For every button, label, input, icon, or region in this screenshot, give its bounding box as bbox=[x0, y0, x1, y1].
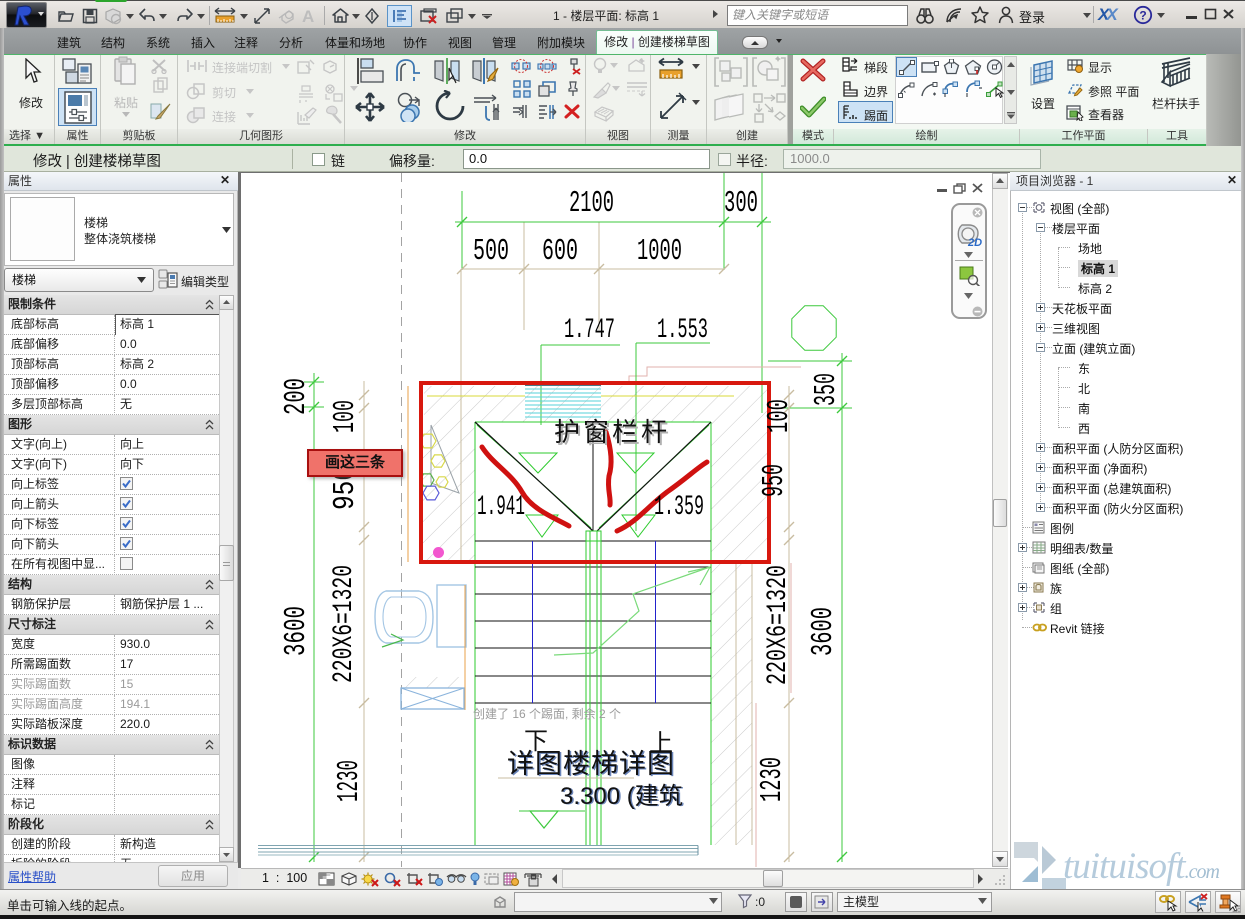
svg-text:详图楼梯详图: 详图楼梯详图 bbox=[507, 749, 675, 779]
svg-text:1.553: 1.553 bbox=[657, 315, 708, 346]
svg-text:1.941: 1.941 bbox=[477, 492, 525, 523]
svg-text:950: 950 bbox=[757, 464, 792, 497]
svg-text:护窗栏杆: 护窗栏杆 bbox=[554, 417, 670, 447]
svg-text:1.359: 1.359 bbox=[654, 492, 704, 523]
svg-text:100: 100 bbox=[328, 400, 363, 433]
svg-text:200: 200 bbox=[279, 378, 314, 415]
svg-text:创建了 16 个踢面, 剩余 2 个: 创建了 16 个踢面, 剩余 2 个 bbox=[473, 706, 621, 721]
svg-text:1.747: 1.747 bbox=[564, 315, 615, 346]
svg-text:3600: 3600 bbox=[806, 607, 841, 656]
svg-text:?: ? bbox=[1139, 9, 1146, 23]
svg-text:3600: 3600 bbox=[279, 606, 314, 656]
svg-text:220X6=1320: 220X6=1320 bbox=[763, 565, 794, 685]
svg-text:100: 100 bbox=[762, 399, 797, 433]
svg-text:500: 500 bbox=[473, 234, 509, 269]
svg-text:220X6=1320: 220X6=1320 bbox=[329, 565, 360, 683]
svg-text:3.300 (建筑: 3.300 (建筑 bbox=[560, 783, 683, 810]
svg-text:300: 300 bbox=[724, 186, 758, 221]
svg-text:600: 600 bbox=[542, 234, 578, 269]
svg-text:1230: 1230 bbox=[755, 757, 790, 802]
svg-text:350: 350 bbox=[809, 373, 844, 406]
svg-text:1000: 1000 bbox=[637, 234, 682, 269]
svg-text:2100: 2100 bbox=[569, 186, 614, 221]
svg-text:1230: 1230 bbox=[332, 760, 367, 802]
